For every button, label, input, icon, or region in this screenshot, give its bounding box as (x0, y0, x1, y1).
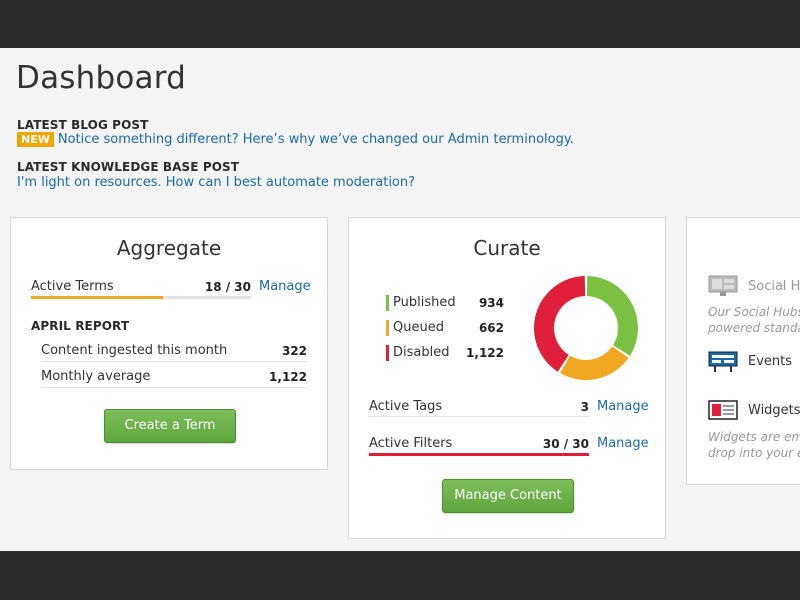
social-hubs-icon (708, 275, 738, 296)
active-filters-manage-link[interactable]: Manage (597, 436, 649, 451)
latest-kb-link[interactable]: I'm light on resources. How can I best a… (17, 175, 415, 190)
active-terms-progress (31, 296, 251, 299)
published-color-swatch (386, 295, 389, 311)
report-row-label: Monthly average (41, 369, 151, 384)
widgets-description: drop into your e (708, 446, 800, 460)
donut-slice-disabled (534, 276, 586, 372)
divider (369, 416, 589, 417)
latest-kb-heading: LATEST KNOWLEDGE BASE POST (17, 160, 240, 174)
window-frame-bottom (0, 551, 800, 600)
divider (41, 387, 307, 388)
donut-slice-published (586, 276, 638, 356)
latest-blog-item: NEW Notice something different? Here’s wh… (17, 132, 574, 147)
latest-blog-heading: LATEST BLOG POST (17, 118, 149, 132)
active-terms-label: Active Terms (31, 279, 114, 294)
widgets-label[interactable]: Widgets (748, 403, 800, 418)
active-terms-value: 18 / 30 (204, 280, 251, 294)
curate-card: Curate Published 934 Queued 662 Disabled… (348, 217, 666, 539)
window-frame-top (0, 0, 800, 48)
aggregate-card: Aggregate Active Terms 18 / 30 Manage AP… (10, 217, 328, 470)
published-value: 934 (478, 296, 504, 310)
queued-value: 662 (478, 321, 504, 335)
social-hubs-label[interactable]: Social Hu (748, 279, 800, 294)
april-report-heading: APRIL REPORT (31, 319, 130, 333)
active-tags-label: Active Tags (369, 399, 443, 414)
social-hubs-description: powered standa (708, 321, 800, 335)
report-row-value: 1,122 (269, 370, 307, 384)
page-title: Dashboard (16, 60, 186, 96)
active-tags-value: 3 (580, 400, 589, 414)
report-row-value: 322 (281, 344, 307, 358)
donut-slice-queued (560, 346, 629, 380)
widgets-icon (708, 400, 738, 420)
active-filters-progress-fill (369, 453, 589, 456)
latest-blog-link[interactable]: Notice something different? Here’s why w… (58, 132, 574, 147)
queued-label: Queued (393, 320, 444, 335)
active-tags-manage-link[interactable]: Manage (597, 399, 649, 414)
display-card: Social Hu Our Social Hubs powered standa… (686, 217, 800, 485)
manage-content-button[interactable]: Manage Content (442, 479, 574, 513)
report-row-label: Content ingested this month (41, 343, 228, 358)
active-terms-progress-fill (31, 296, 163, 299)
active-terms-manage-link[interactable]: Manage (259, 279, 311, 294)
social-hubs-description: Our Social Hubs (708, 305, 800, 319)
create-term-button[interactable]: Create a Term (104, 409, 236, 443)
widgets-description: Widgets are emb (708, 430, 800, 444)
disabled-color-swatch (386, 345, 389, 361)
disabled-value: 1,122 (466, 346, 504, 360)
active-filters-progress (369, 453, 589, 456)
disabled-label: Disabled (393, 345, 450, 360)
events-label[interactable]: Events (748, 354, 792, 369)
curate-title: Curate (473, 236, 541, 260)
active-filters-label: Active Filters (369, 436, 453, 451)
dashboard-page: Dashboard LATEST BLOG POST NEW Notice som… (0, 48, 800, 551)
active-filters-value: 30 / 30 (542, 437, 589, 451)
divider (41, 361, 307, 362)
events-icon (708, 351, 738, 372)
aggregate-title: Aggregate (116, 236, 222, 260)
queued-color-swatch (386, 320, 389, 336)
content-status-donut-chart (534, 276, 638, 380)
new-badge: NEW (17, 132, 54, 147)
